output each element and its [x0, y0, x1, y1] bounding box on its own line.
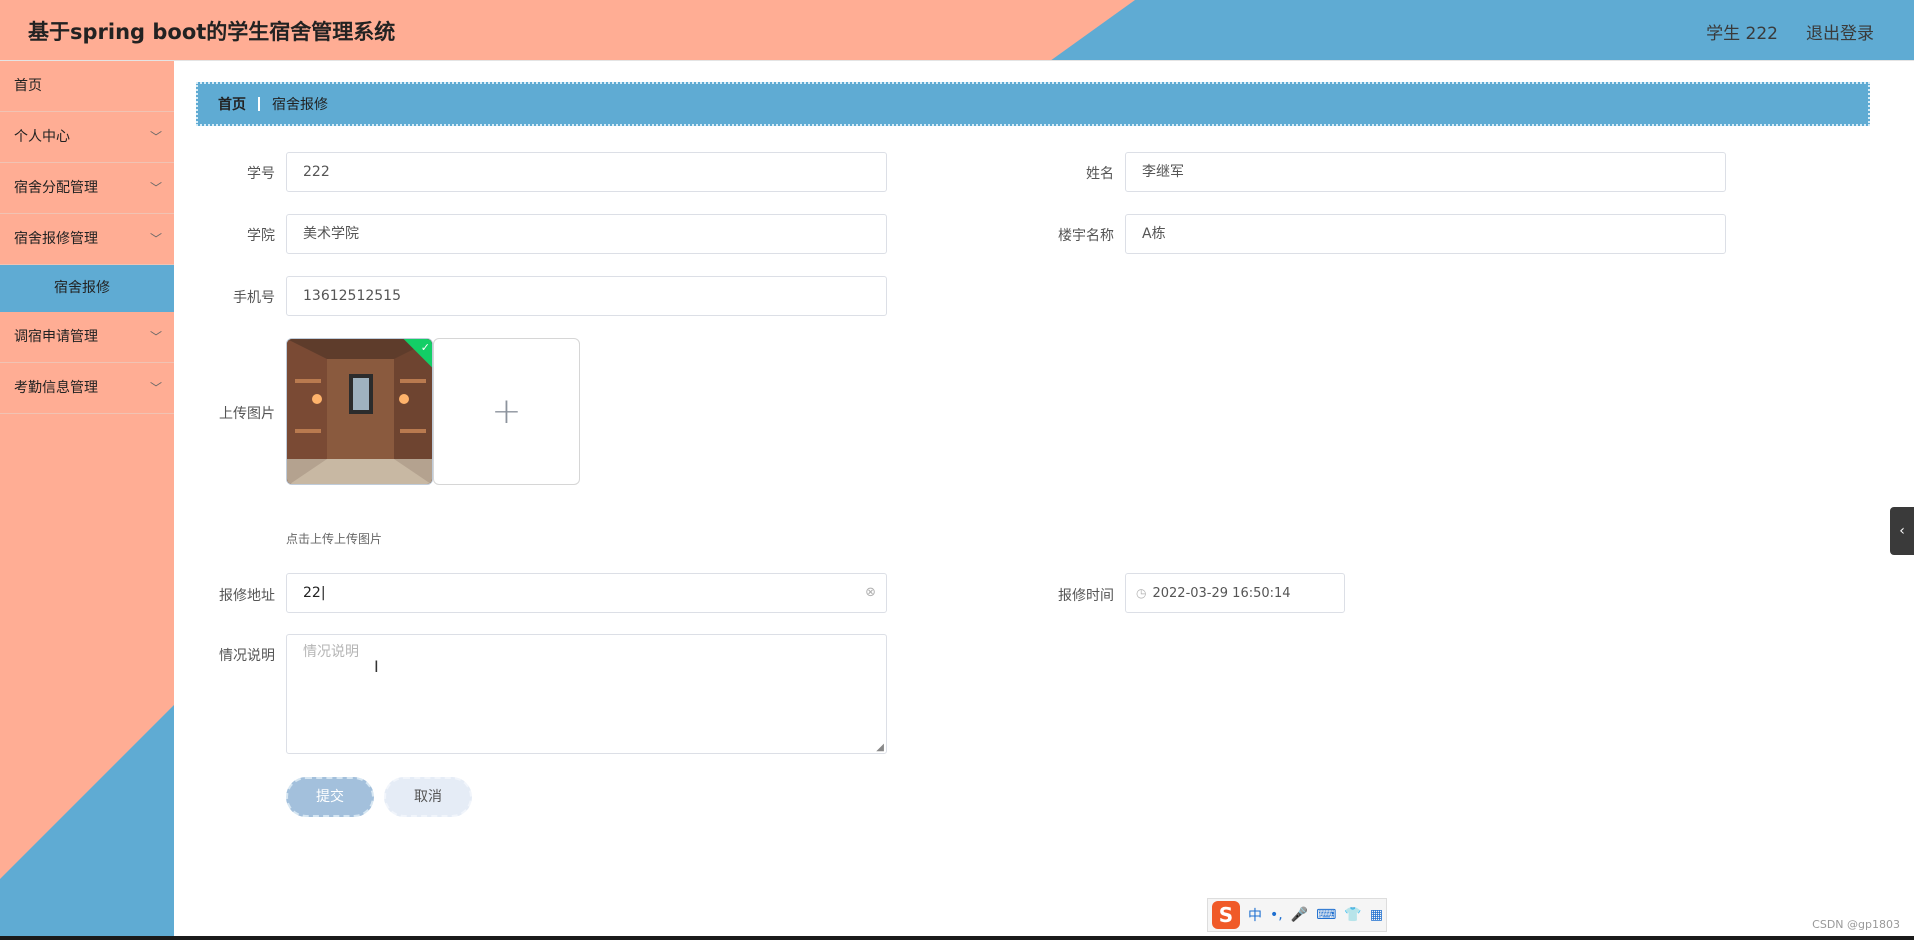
breadcrumb-separator — [258, 97, 260, 111]
skin-icon[interactable]: 👕 — [1344, 907, 1361, 923]
repair-time-picker[interactable]: ◷ 2022-03-29 16:50:14 — [1125, 573, 1345, 613]
sidebar-item-personal-center[interactable]: 个人中心 ﹀ — [0, 112, 174, 163]
upload-hint: 点击上传上传图片 — [286, 532, 383, 546]
watermark: CSDN @gp1803 — [1812, 918, 1900, 931]
sogou-logo-icon[interactable]: S — [1212, 901, 1240, 929]
sidebar-item-attendance[interactable]: 考勤信息管理 ﹀ — [0, 363, 174, 414]
toolbox-icon[interactable]: ▦ — [1370, 907, 1383, 923]
clock-icon: ◷ — [1136, 586, 1147, 600]
sidebar-item-dorm-assignment[interactable]: 宿舍分配管理 ﹀ — [0, 163, 174, 214]
submit-button[interactable]: 提交 — [286, 777, 374, 817]
main-content: 首页 宿舍报修 学号 222 姓名 李继军 学院 美术学院 楼宇名称 A栋 手机… — [174, 61, 1914, 940]
resize-handle-icon[interactable]: ◢ — [876, 743, 884, 753]
text-cursor-icon: I — [374, 657, 379, 676]
chevron-down-icon: ﹀ — [149, 181, 162, 195]
chevron-down-icon: ﹀ — [149, 232, 162, 246]
collapse-panel-toggle[interactable]: ‹ — [1890, 507, 1914, 555]
sidebar-subitem-dorm-repair[interactable]: 宿舍报修 — [0, 265, 174, 312]
repair-time-value: 2022-03-29 16:50:14 — [1152, 586, 1291, 601]
college-label: 学院 — [247, 228, 275, 244]
sidebar-item-transfer-requests[interactable]: 调宿申请管理 ﹀ — [0, 312, 174, 363]
breadcrumb: 首页 宿舍报修 — [196, 82, 1870, 126]
upload-label: 上传图片 — [219, 406, 275, 422]
phone-label: 手机号 — [233, 290, 275, 306]
address-value: 22 — [303, 585, 321, 601]
name-label: 姓名 — [1086, 166, 1114, 182]
bottom-border — [0, 936, 1914, 940]
student-id-label: 学号 — [247, 166, 275, 182]
plus-icon: + — [491, 391, 522, 432]
name-field[interactable]: 李继军 — [1125, 152, 1726, 192]
ime-toolbar: S 中 •, 🎤 ⌨ 👕 ▦ — [1207, 898, 1387, 932]
sidebar-item-label: 考勤信息管理 — [14, 380, 98, 396]
breadcrumb-home[interactable]: 首页 — [218, 94, 246, 114]
breadcrumb-current: 宿舍报修 — [272, 97, 328, 113]
student-id-field[interactable]: 222 — [286, 152, 887, 192]
description-label: 情况说明 — [219, 648, 275, 664]
chevron-down-icon: ﹀ — [149, 330, 162, 344]
chevron-down-icon: ﹀ — [149, 381, 162, 395]
building-label: 楼宇名称 — [1058, 228, 1114, 244]
header-user-area: 学生 222 退出登录 — [1706, 19, 1874, 44]
app-title: 基于spring boot的学生宿舍管理系统 — [28, 20, 396, 44]
college-field[interactable]: 美术学院 — [286, 214, 887, 254]
clear-icon[interactable]: ⊗ — [865, 574, 876, 612]
description-textarea[interactable]: 情况说明 ◢ — [286, 634, 887, 754]
ime-mode-toggle[interactable]: 中 — [1248, 905, 1262, 925]
sidebar-item-label: 首页 — [14, 78, 42, 94]
description-placeholder: 情况说明 — [303, 644, 359, 660]
sidebar: 首页 个人中心 ﹀ 宿舍分配管理 ﹀ 宿舍报修管理 ﹀ 宿舍报修 调宿申请管理 … — [0, 61, 174, 940]
current-user: 学生 222 — [1706, 24, 1778, 44]
sidebar-item-label: 调宿申请管理 — [14, 329, 98, 345]
chevron-down-icon: ﹀ — [149, 130, 162, 144]
keyboard-icon[interactable]: ⌨ — [1316, 907, 1336, 923]
phone-field[interactable]: 13612512515 — [286, 276, 887, 316]
check-icon: ✓ — [420, 341, 430, 354]
text-cursor: | — [320, 585, 326, 601]
dorm-room-photo — [287, 339, 432, 484]
address-field[interactable]: 22| ⊗ — [286, 573, 887, 613]
cancel-button[interactable]: 取消 — [384, 777, 472, 817]
punctuation-icon[interactable]: •, — [1270, 907, 1283, 923]
logout-link[interactable]: 退出登录 — [1806, 19, 1874, 44]
upload-add-button[interactable]: + — [433, 338, 580, 485]
uploaded-image-thumbnail[interactable]: ✓ — [286, 338, 433, 485]
address-label: 报修地址 — [219, 588, 275, 604]
sidebar-item-repair-management[interactable]: 宿舍报修管理 ﹀ — [0, 214, 174, 265]
time-label: 报修时间 — [1058, 588, 1114, 604]
sidebar-item-label: 个人中心 — [14, 129, 70, 145]
header-bar: 基于spring boot的学生宿舍管理系统 学生 222 退出登录 — [0, 0, 1914, 61]
sidebar-item-home[interactable]: 首页 — [0, 61, 174, 112]
sidebar-item-label: 宿舍报修管理 — [14, 231, 98, 247]
chevron-left-icon: ‹ — [1899, 523, 1905, 539]
building-field[interactable]: A栋 — [1125, 214, 1726, 254]
microphone-icon[interactable]: 🎤 — [1291, 907, 1308, 923]
sidebar-item-label: 宿舍分配管理 — [14, 180, 98, 196]
